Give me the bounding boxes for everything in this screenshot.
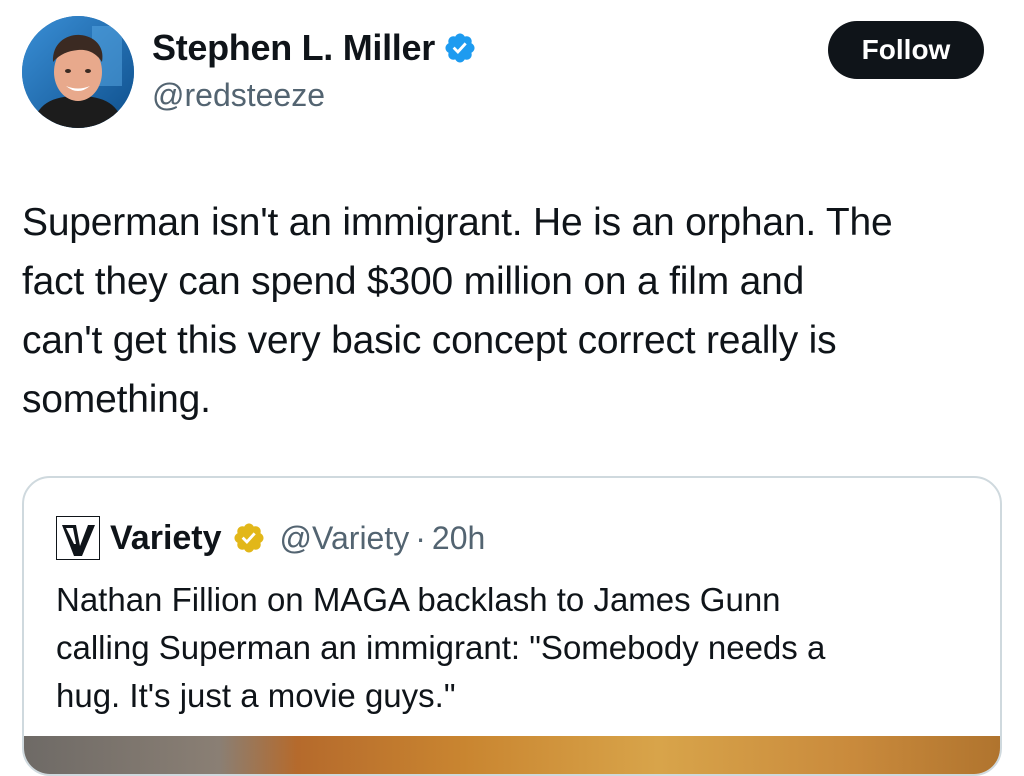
quoted-tweet-card[interactable]: Variety @Variety · 20h Nathan Fillion on… [22, 476, 1002, 776]
profile-photo-icon [22, 16, 134, 128]
quoted-tweet-timestamp[interactable]: 20h [432, 520, 485, 557]
variety-logo-icon[interactable] [56, 516, 100, 560]
blue-verified-badge-icon [445, 33, 475, 63]
author-name-row[interactable]: Stephen L. Miller [152, 24, 477, 72]
quoted-tweet-text: Nathan Fillion on MAGA backlash to James… [56, 581, 826, 714]
author-handle[interactable]: @redsteeze [152, 77, 325, 114]
gold-verified-badge-icon [234, 523, 264, 553]
author-display-name[interactable]: Stephen L. Miller [152, 27, 435, 69]
author-avatar[interactable] [22, 16, 134, 128]
follow-button[interactable]: Follow [828, 21, 984, 79]
tweet-text: Superman isn't an immigrant. He is an or… [22, 201, 893, 421]
quoted-tweet-header: Variety @Variety · 20h [56, 514, 485, 562]
quoted-tweet-media[interactable] [24, 736, 1000, 774]
quoted-author-name[interactable]: Variety [110, 519, 222, 558]
timestamp-separator: · [415, 519, 426, 556]
quoted-author-handle[interactable]: @Variety [280, 520, 410, 557]
